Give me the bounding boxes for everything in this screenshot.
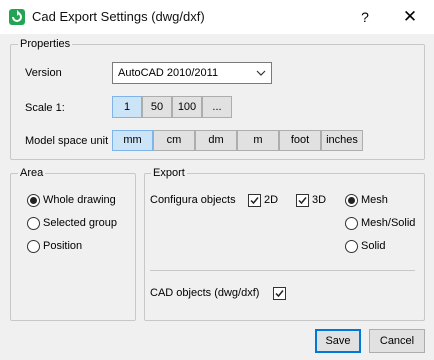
checkmark-icon <box>275 290 284 298</box>
area-whole-drawing-radio[interactable] <box>27 194 40 207</box>
area-whole-drawing-label[interactable]: Whole drawing <box>43 194 116 206</box>
close-button[interactable]: ✕ <box>390 5 430 29</box>
save-button[interactable]: Save <box>315 329 361 353</box>
scale-label: Scale 1: <box>25 102 65 114</box>
scale-50-button[interactable]: 50 <box>142 96 172 118</box>
version-value: AutoCAD 2010/2011 <box>118 67 219 79</box>
scale-1-button[interactable]: 1 <box>112 96 142 118</box>
area-selected-group-radio[interactable] <box>27 217 40 230</box>
mesh-label[interactable]: Mesh <box>361 194 388 206</box>
checkmark-icon <box>250 197 259 205</box>
properties-legend: Properties <box>18 38 73 50</box>
check-3d-checkbox[interactable] <box>296 194 309 207</box>
cad-objects-label: CAD objects (dwg/dxf) <box>150 287 260 299</box>
help-button[interactable]: ? <box>352 5 378 29</box>
export-divider <box>150 270 415 271</box>
unit-label: Model space unit <box>25 135 109 147</box>
unit-foot-button[interactable]: foot <box>279 130 321 151</box>
area-position-label[interactable]: Position <box>43 240 82 252</box>
check-3d-label[interactable]: 3D <box>312 194 326 206</box>
unit-m-button[interactable]: m <box>237 130 279 151</box>
unit-mm-button[interactable]: mm <box>112 130 153 151</box>
cancel-button[interactable]: Cancel <box>369 329 425 353</box>
solid-label[interactable]: Solid <box>361 240 385 252</box>
solid-radio[interactable] <box>345 240 358 253</box>
unit-cm-button[interactable]: cm <box>153 130 195 151</box>
chevron-down-icon <box>256 68 266 81</box>
unit-inches-button[interactable]: inches <box>321 130 363 151</box>
mesh-radio[interactable] <box>345 194 358 207</box>
version-label: Version <box>25 67 62 79</box>
app-export-icon <box>9 9 25 25</box>
area-legend: Area <box>18 167 46 179</box>
window-title: Cad Export Settings (dwg/dxf) <box>32 9 205 24</box>
scale-more-button[interactable]: ... <box>202 96 232 118</box>
area-position-radio[interactable] <box>27 240 40 253</box>
unit-dm-button[interactable]: dm <box>195 130 237 151</box>
cad-objects-checkbox[interactable] <box>273 287 286 300</box>
mesh-solid-label[interactable]: Mesh/Solid <box>361 217 415 229</box>
scale-100-button[interactable]: 100 <box>172 96 202 118</box>
checkmark-icon <box>298 197 307 205</box>
area-selected-group-label[interactable]: Selected group <box>43 217 117 229</box>
check-2d-checkbox[interactable] <box>248 194 261 207</box>
export-legend: Export <box>151 167 187 179</box>
configura-objects-label: Configura objects <box>150 194 236 206</box>
check-2d-label[interactable]: 2D <box>264 194 278 206</box>
version-dropdown[interactable]: AutoCAD 2010/2011 <box>112 62 272 84</box>
mesh-solid-radio[interactable] <box>345 217 358 230</box>
